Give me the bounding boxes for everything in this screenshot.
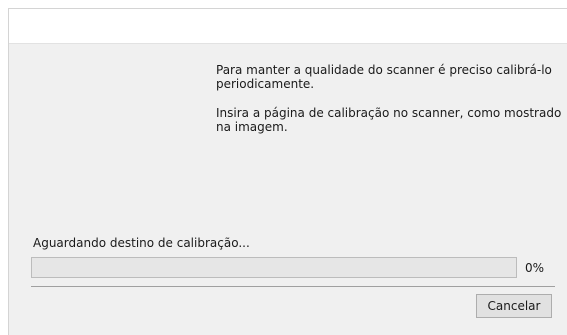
progress-bar (31, 257, 517, 278)
instruction-paragraph-maintenance: Para manter a qualidade do scanner é pre… (216, 63, 552, 91)
instruction-message: Para manter a qualidade do scanner é pre… (216, 63, 566, 149)
progress-percent-label: 0% (525, 261, 545, 275)
calibration-dialog: Para manter a qualidade do scanner é pre… (8, 8, 567, 335)
dialog-content: Para manter a qualidade do scanner é pre… (9, 44, 567, 335)
calibration-illustration (29, 58, 204, 228)
status-text: Aguardando destino de calibração... (33, 236, 250, 250)
cancel-button[interactable]: Cancelar (476, 294, 552, 318)
dialog-header (9, 9, 567, 44)
separator-line (31, 286, 555, 287)
instruction-paragraph-insert-page: Insira a página de calibração no scanner… (216, 106, 562, 134)
